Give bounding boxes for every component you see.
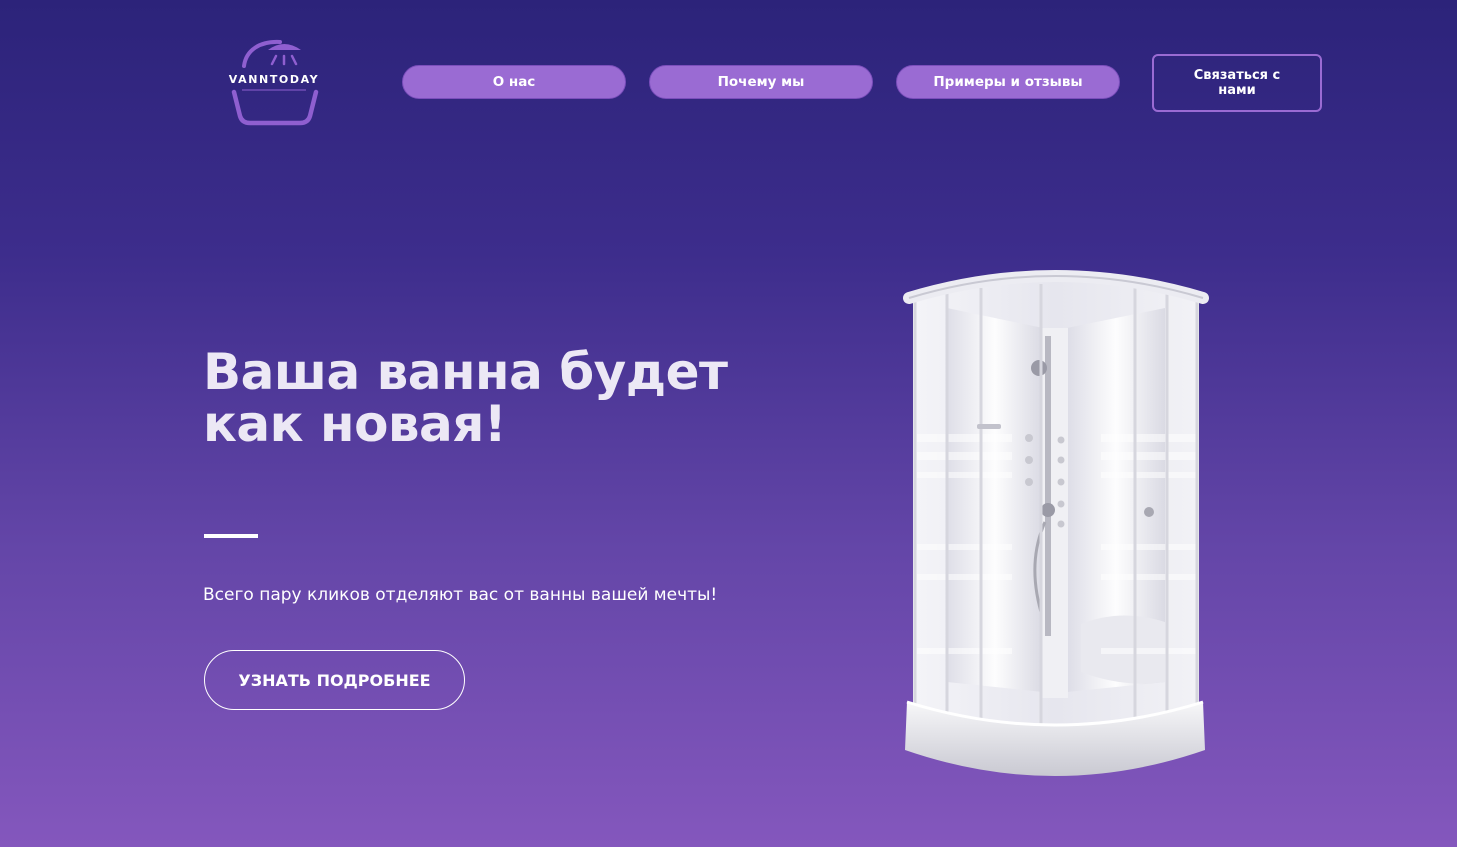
- nav-item-examples-reviews[interactable]: Примеры и отзывы: [896, 65, 1120, 99]
- brand-logo[interactable]: VANNTODAY: [222, 36, 326, 128]
- hero-title: Ваша ванна будет как новая!: [203, 343, 728, 453]
- nav-item-about[interactable]: О нас: [402, 65, 626, 99]
- shower-cabin-image: [895, 262, 1215, 797]
- nav-item-why-us[interactable]: Почему мы: [649, 65, 873, 99]
- hero-divider: [204, 534, 258, 538]
- hero-subtitle: Всего пару кликов отделяют вас от ванны …: [203, 585, 718, 605]
- contact-us-button[interactable]: Связаться с нами: [1152, 54, 1322, 112]
- learn-more-button[interactable]: УЗНАТЬ ПОДРОБНЕЕ: [204, 650, 465, 710]
- brand-name: VANNTODAY: [228, 73, 320, 86]
